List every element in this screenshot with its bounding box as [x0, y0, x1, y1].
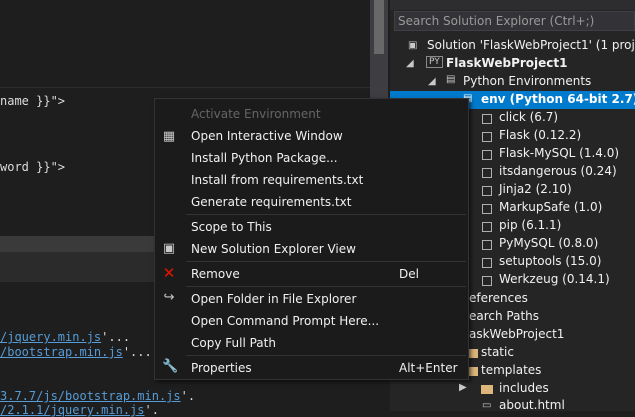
search-placeholder: Search Solution Explorer (Ctrl+;) — [398, 14, 595, 28]
tree-item-package[interactable]: PyMySQL (0.8.0) — [499, 236, 598, 250]
menu-separator — [186, 261, 466, 262]
environments-icon: ▤ — [446, 74, 456, 85]
folder-icon — [481, 385, 493, 394]
tree-item-package[interactable]: Werkzeug (0.14.1) — [499, 272, 610, 286]
tree-item-package[interactable]: setuptools (15.0) — [499, 254, 601, 268]
solution-icon: ▣ — [408, 40, 418, 51]
menu-item-open-command-prompt-here[interactable]: Open Command Prompt Here... — [191, 314, 379, 328]
menu-item-install-python-package[interactable]: Install Python Package... — [191, 151, 338, 165]
tree-item-package[interactable]: Flask (0.12.2) — [499, 128, 581, 142]
package-icon — [482, 186, 492, 196]
tree-item-package[interactable]: click (6.7) — [499, 110, 558, 124]
python-project-icon: PY — [426, 56, 443, 68]
tree-item-static[interactable]: static — [481, 345, 514, 359]
menu-separator — [186, 355, 466, 356]
output-line: /jquery.min.js'... — [0, 330, 131, 344]
open-folder-icon: ↪ — [163, 290, 175, 305]
tree-item-project[interactable]: FlaskWebProject1 — [446, 56, 567, 70]
menu-item-new-solution-explorer-view[interactable]: New Solution Explorer View — [191, 242, 356, 256]
tree-item-package[interactable]: itsdangerous (0.24) — [499, 164, 617, 178]
output-link[interactable]: 3.7.7/js/bootstrap.min.js — [0, 389, 181, 403]
output-line: /2.1.1/jquery.min.js'. — [0, 403, 159, 417]
package-icon — [482, 240, 492, 250]
package-icon — [482, 222, 492, 232]
package-icon — [482, 132, 492, 142]
tree-item-search-paths[interactable]: earch Paths — [469, 309, 539, 323]
menu-item-open-interactive-window[interactable]: Open Interactive Window — [191, 129, 343, 143]
collapse-arrow-icon[interactable]: ◢ — [428, 76, 436, 87]
output-line: 3.7.7/js/bootstrap.min.js'. — [0, 389, 196, 403]
editor-divider — [0, 87, 370, 88]
scrollbar-thumb[interactable] — [374, 0, 384, 54]
interactive-window-icon: ▦ — [162, 129, 176, 144]
collapse-arrow-icon[interactable]: ◢ — [406, 58, 414, 69]
tree-item-env[interactable]: env (Python 64-bit 2.7) — [481, 92, 635, 106]
menu-item-generate-requirements[interactable]: Generate requirements.txt — [191, 195, 351, 209]
tree-item-package[interactable]: pip (6.1.1) — [499, 218, 561, 232]
package-icon — [482, 168, 492, 178]
tree-item-package[interactable]: MarkupSafe (1.0) — [499, 200, 602, 214]
solution-explorer-toolbar — [390, 0, 635, 10]
new-view-icon: ▣ — [162, 241, 176, 256]
tree-item-solution[interactable]: Solution 'FlaskWebProject1' (1 project) — [427, 38, 635, 52]
tree-item-references[interactable]: eferences — [469, 291, 528, 305]
menu-item-activate-environment[interactable]: Activate Environment — [191, 107, 321, 121]
expand-arrow-icon[interactable]: ▶ — [459, 382, 467, 393]
package-icon — [482, 204, 492, 214]
menu-item-copy-full-path[interactable]: Copy Full Path — [191, 336, 276, 350]
remove-icon: ✕ — [162, 264, 176, 282]
menu-item-properties[interactable]: Properties — [191, 361, 252, 375]
wrench-icon: 🔧 — [162, 359, 179, 374]
menu-item-remove[interactable]: Remove — [191, 267, 240, 281]
menu-separator — [186, 214, 466, 215]
code-line: word }}"> — [0, 160, 66, 174]
menu-item-install-from-requirements[interactable]: Install from requirements.txt — [191, 173, 363, 187]
tree-item-includes[interactable]: includes — [499, 381, 549, 395]
tree-item-package[interactable]: Jinja2 (2.10) — [499, 182, 572, 196]
tree-item-python-environments[interactable]: Python Environments — [463, 74, 591, 88]
properties-shortcut: Alt+Enter — [399, 361, 458, 375]
output-link[interactable]: /2.1.1/jquery.min.js — [0, 403, 145, 417]
remove-shortcut: Del — [399, 267, 419, 281]
output-link[interactable]: /bootstrap.min.js — [0, 345, 123, 359]
menu-separator — [186, 286, 466, 287]
package-icon — [482, 150, 492, 160]
package-icon — [482, 114, 492, 124]
output-line: /bootstrap.min.js'... — [0, 345, 152, 359]
tree-item-project-folder[interactable]: askWebProject1 — [469, 327, 564, 341]
code-line: name }}"> — [0, 94, 66, 108]
package-icon — [482, 276, 492, 286]
tree-item-package[interactable]: Flask-MySQL (1.4.0) — [499, 146, 619, 160]
tree-item-about-html[interactable]: about.html — [499, 398, 565, 412]
html-file-icon: ▭ — [482, 400, 492, 411]
menu-item-open-folder-in-file-explorer[interactable]: Open Folder in File Explorer — [191, 292, 356, 306]
tree-item-templates[interactable]: templates — [481, 363, 541, 377]
package-icon — [482, 258, 492, 268]
output-link[interactable]: /jquery.min.js — [0, 330, 101, 344]
menu-item-scope-to-this[interactable]: Scope to This — [191, 220, 272, 234]
